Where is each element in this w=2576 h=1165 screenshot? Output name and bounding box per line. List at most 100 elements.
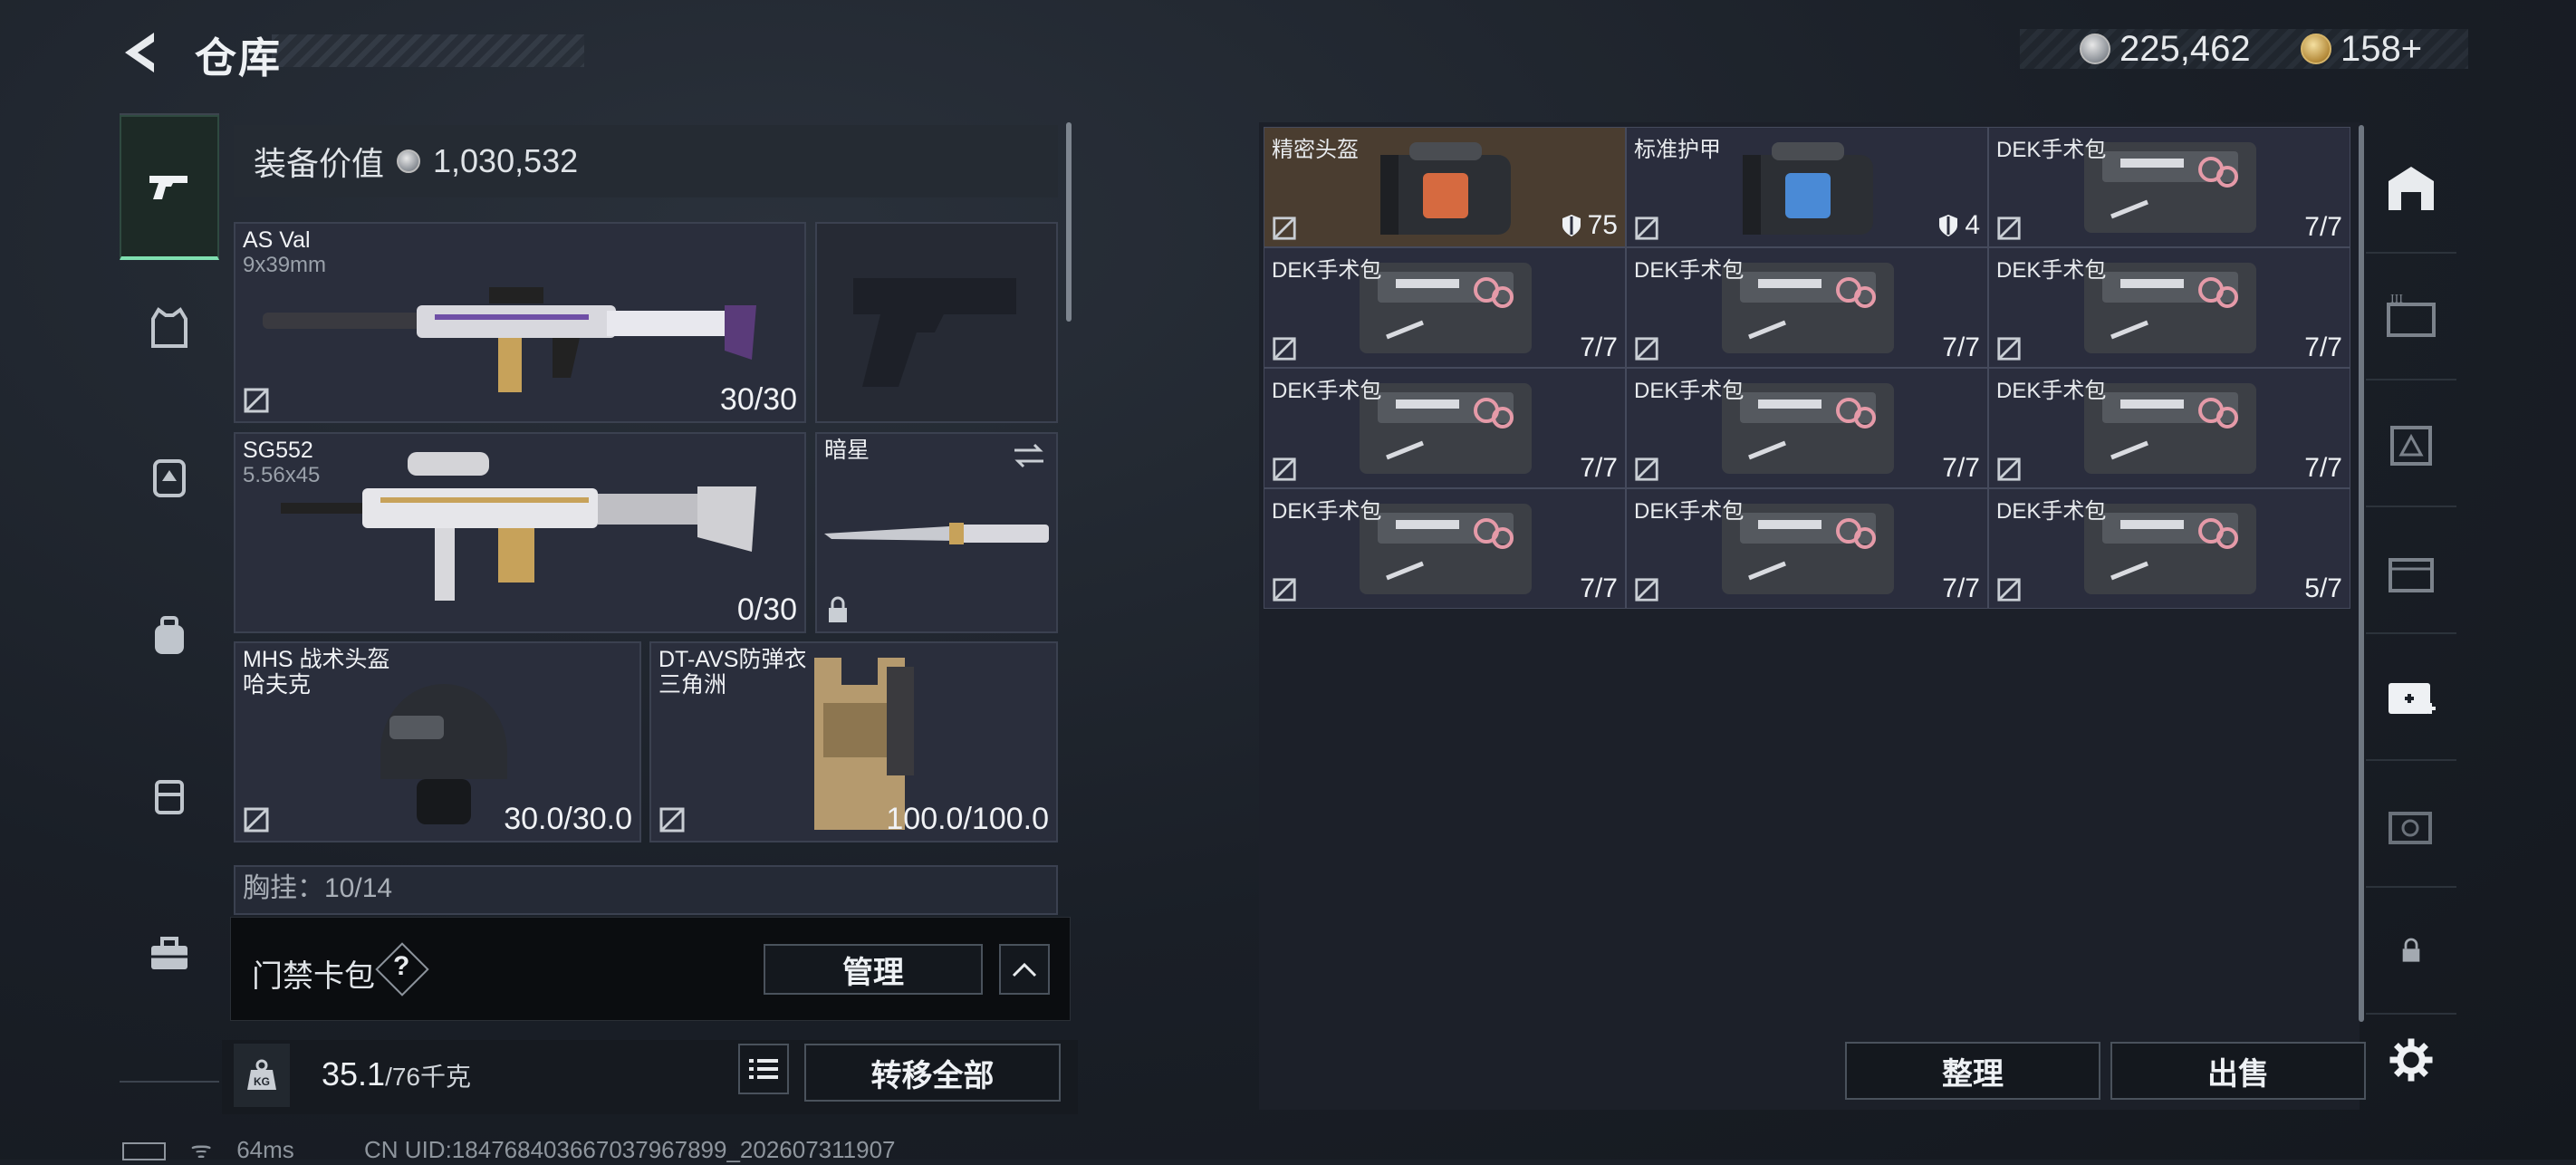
pistol-icon [149,176,187,199]
storage-item[interactable]: DEK手术包 7/7 [1988,127,2350,247]
armor-level-value: 4 [1965,210,1980,240]
weight-icon: KG [234,1044,290,1107]
storage-grid: 精密头盔 75 标准护甲 4 DEK手术包 7/7 DEK手术包 7/7 DEK手术包 7/7 DE… [1264,127,2350,612]
svg-text:KG: KG [254,1075,270,1088]
helmet-slot[interactable]: MHS 战术头盔 哈夫克 30.0/30.0 [234,641,641,842]
weight-max: /76千克 [385,1063,472,1091]
storage-item[interactable]: DEK手术包 7/7 [1626,247,1988,368]
case-icon [155,780,184,814]
equipment-value-row: 装备价值 1,030,532 [234,125,1058,197]
equipment-value-label: 装备价值 [254,145,385,182]
storage-item[interactable]: DEK手术包 7/7 [1264,247,1626,368]
rail-tab-1[interactable] [2366,507,2456,634]
armor-slot[interactable]: DT-AVS防弹衣 三角洲 100.0/100.0 [649,641,1058,842]
nav-armor[interactable] [120,428,219,527]
back-arrow-icon[interactable] [118,27,172,78]
no-insure-icon [1273,217,1296,240]
nav-backpack[interactable] [120,586,219,686]
stack-count: 7/7 [1942,453,1980,483]
rail-tab-2[interactable] [2366,380,2456,507]
armor-icon [153,459,186,497]
nav-weapons[interactable] [120,115,219,260]
weight-value: 35.1/76千克 [322,1055,471,1093]
lock-icon [829,596,847,622]
storage-item[interactable]: DEK手术包 7/7 [1626,488,1988,609]
storage-item[interactable]: DEK手术包 7/7 [1988,368,2350,488]
storage-item[interactable]: 精密头盔 75 [1264,127,1626,247]
storage-item[interactable]: DEK手术包 7/7 [1264,368,1626,488]
equipment-case-image [1743,142,1873,235]
storage-item[interactable]: DEK手术包 7/7 [1264,488,1626,609]
gold-currency[interactable]: 158+ [2301,27,2422,71]
page-title: 仓库 [195,34,282,82]
weapon-name: AS Val [243,227,311,253]
sell-button[interactable]: 出售 [2110,1042,2366,1100]
item-name: DEK手术包 [1996,138,2107,162]
list-icon [749,1059,778,1079]
no-insure-icon [1635,337,1658,361]
stack-count: 7/7 [2304,212,2342,242]
storage-tabs-rail: III [2366,122,2456,1110]
rail-tab-4[interactable] [2366,761,2456,888]
secondary-weapon-slot[interactable]: SG552 5.56x45 0/30 [234,432,806,633]
chest-rig-slot[interactable]: 胸挂：10/14 [234,865,1058,915]
chevron-up-icon [1012,962,1037,977]
silver-coin-icon [2080,34,2110,64]
rifle-image [281,452,756,601]
stack-count: 7/7 [1580,573,1618,603]
equipment-case-image [1380,142,1511,235]
nav-case[interactable] [120,745,219,844]
rail-tab-all[interactable] [2366,122,2456,254]
melee-slot[interactable]: 暗星 [815,432,1058,633]
list-view-button[interactable] [738,1044,789,1094]
storage-item[interactable]: 标准护甲 4 [1626,127,1988,247]
category-nav [120,113,219,1083]
item-name: 精密头盔 [1272,138,1359,162]
storage-3-icon: III [2387,293,2436,337]
battery-icon [122,1142,166,1161]
stack-count: 7/7 [1942,573,1980,603]
help-mark: ? [393,951,410,981]
primary-weapon-slot[interactable]: AS Val 9x39mm 30/30 [234,222,806,423]
item-name: DEK手术包 [1996,499,2107,524]
armor-brand: 三角洲 [658,672,727,698]
armor-level: 75 [1561,210,1618,241]
collapse-button[interactable] [999,944,1050,995]
nav-vest[interactable] [120,278,219,378]
manage-button[interactable]: 管理 [764,944,983,995]
shield-icon [1562,215,1581,236]
rail-tab-3[interactable]: III [2366,254,2456,380]
stack-count: 7/7 [1580,453,1618,483]
weight-current: 35.1 [322,1055,386,1093]
storage-item[interactable]: DEK手术包 7/7 [1626,368,1988,488]
equipment-scrollbar[interactable] [1066,122,1072,322]
storage-item[interactable]: DEK手术包 5/7 [1988,488,2350,609]
storage-item[interactable]: DEK手术包 7/7 [1988,247,2350,368]
silver-coin-icon [397,149,421,173]
stack-count: 7/7 [2304,332,2342,362]
item-name: DEK手术包 [1272,258,1382,283]
transfer-all-button[interactable]: 转移全部 [804,1044,1061,1102]
shield-icon [1939,215,1958,236]
settings-button[interactable] [2366,1015,2456,1105]
rifle-image [263,287,756,392]
melee-name: 暗星 [824,438,870,463]
ammo-count: 30/30 [719,382,797,417]
nav-toolbox[interactable] [120,903,219,1003]
no-insure-icon [1997,578,2021,602]
item-name: DEK手术包 [1272,499,1382,524]
item-name: DEK手术包 [1634,258,1745,283]
storage-4-icon [2389,812,2432,844]
swap-icon[interactable] [1011,441,1047,470]
item-name: DEK手术包 [1996,379,2107,403]
pistol-slot[interactable] [815,222,1058,423]
gold-coin-icon [2301,34,2331,64]
rail-tab-locked[interactable] [2366,888,2456,1015]
backpack-icon [155,616,184,654]
armor-level-value: 75 [1587,210,1618,240]
sort-button[interactable]: 整理 [1845,1042,2100,1100]
storage-scrollbar[interactable] [2359,125,2364,1022]
rail-tab-medical[interactable] [2366,634,2456,761]
svg-text:III: III [2390,293,2403,306]
title-decoration [272,34,584,67]
